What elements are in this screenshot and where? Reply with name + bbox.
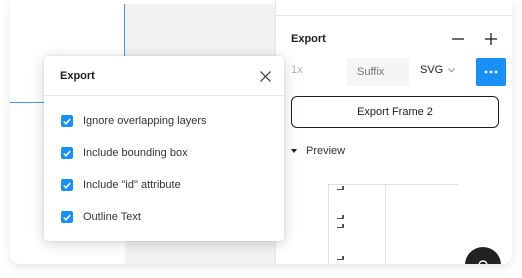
checkbox-checked[interactable] xyxy=(61,211,73,223)
figma-window: Export 1x SVG Export Frame 2 Preview xyxy=(10,0,512,264)
option-label: Include bounding box xyxy=(83,147,188,159)
option-label: Ignore overlapping layers xyxy=(83,115,207,127)
remove-export-button[interactable] xyxy=(448,29,468,49)
chevron-down-icon xyxy=(448,67,456,73)
add-export-button[interactable] xyxy=(481,29,501,49)
preview-inner-frame xyxy=(385,185,461,264)
option-label: Outline Text xyxy=(83,211,141,223)
close-popover-button[interactable] xyxy=(255,66,275,86)
export-section-title: Export xyxy=(291,33,326,45)
checkbox-checked[interactable] xyxy=(61,179,73,191)
checkbox-checked[interactable] xyxy=(61,115,73,127)
suffix-input[interactable] xyxy=(347,58,409,86)
minus-icon xyxy=(452,38,464,40)
preview-mark xyxy=(337,256,344,260)
preview-mark xyxy=(337,224,344,228)
scale-field[interactable]: 1x xyxy=(291,64,303,76)
checkbox-checked[interactable] xyxy=(61,147,73,159)
caret-down-icon xyxy=(291,148,297,153)
panel-divider xyxy=(276,15,512,16)
checkmark-icon xyxy=(63,150,71,157)
preview-thumbnail xyxy=(328,184,458,264)
more-dots-icon xyxy=(484,70,498,74)
popover-title: Export xyxy=(60,70,95,82)
checkmark-icon xyxy=(63,118,71,125)
export-frame-button[interactable]: Export Frame 2 xyxy=(291,96,499,128)
option-ignore-overlapping-layers[interactable]: Ignore overlapping layers xyxy=(61,113,207,129)
option-label: Include "id" attribute xyxy=(83,179,181,191)
checkmark-icon xyxy=(63,182,71,189)
close-icon xyxy=(259,70,271,82)
help-icon xyxy=(478,260,488,264)
option-outline-text[interactable]: Outline Text xyxy=(61,209,141,225)
preview-toggle[interactable]: Preview xyxy=(291,145,345,157)
option-include-id-attribute[interactable]: Include "id" attribute xyxy=(61,177,181,193)
export-options-popover: Export Ignore overlapping layers Include… xyxy=(44,56,284,241)
plus-icon xyxy=(485,33,497,45)
option-include-bounding-box[interactable]: Include bounding box xyxy=(61,145,188,161)
preview-mark xyxy=(337,215,344,219)
export-settings-row: 1x SVG xyxy=(276,58,512,86)
properties-panel: Export 1x SVG Export Frame 2 Preview xyxy=(275,0,512,264)
format-select[interactable]: SVG xyxy=(420,64,456,76)
popover-header: Export xyxy=(44,56,284,96)
export-options-button[interactable] xyxy=(476,58,506,86)
preview-mark xyxy=(337,186,344,190)
checkmark-icon xyxy=(63,214,71,221)
format-value: SVG xyxy=(420,64,444,76)
preview-label: Preview xyxy=(306,145,346,157)
